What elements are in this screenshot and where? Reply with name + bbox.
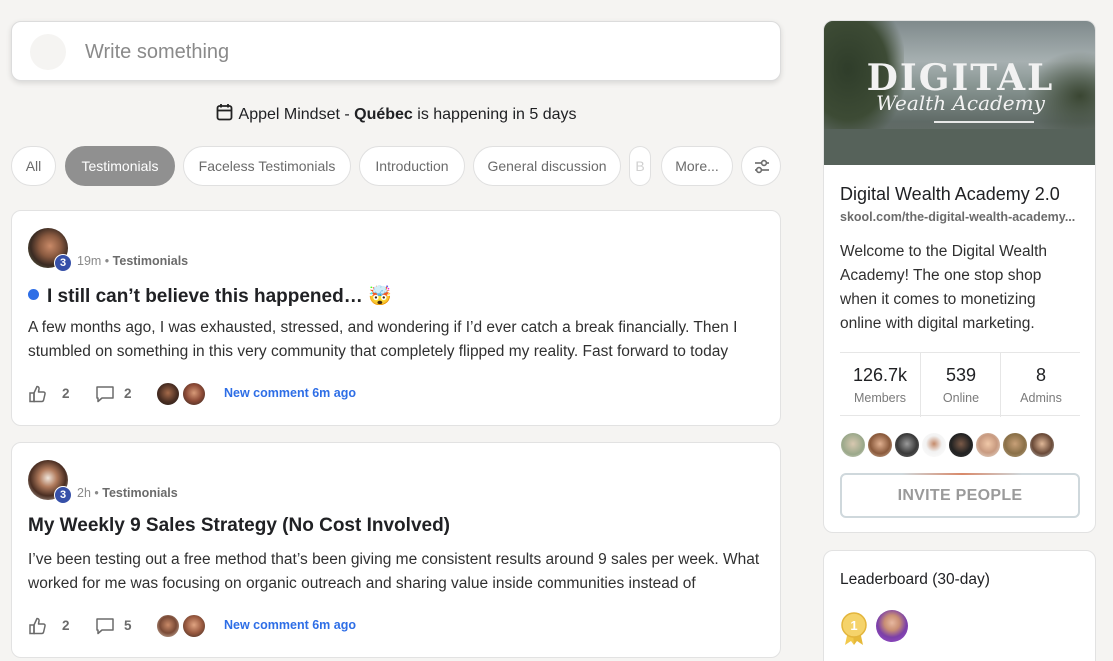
post-card[interactable]: 3 2h • Testimonials My Weekly 9 Sales St… (11, 442, 781, 658)
post-title-text[interactable]: My Weekly 9 Sales Strategy (No Cost Invo… (28, 515, 450, 536)
post-time: 2h (77, 486, 91, 500)
invite-people-button[interactable]: INVITE PEOPLE (840, 473, 1080, 518)
stat-label: Members (853, 391, 907, 405)
comment-icon[interactable] (94, 384, 116, 404)
comment-count: 5 (124, 618, 132, 633)
new-comment-link[interactable]: New comment 6m ago (224, 386, 356, 400)
stat-value: 539 (945, 365, 977, 385)
member-avatar[interactable] (1002, 432, 1028, 458)
cover-logo-script: Wealth Academy (876, 91, 1045, 115)
new-comment-link[interactable]: New comment 6m ago (224, 618, 356, 632)
member-avatars (840, 432, 1080, 458)
level-badge: 3 (54, 486, 72, 504)
group-description: Welcome to the Digital Wealth Academy! T… (840, 243, 1048, 332)
cover-net (934, 121, 1034, 135)
gold-medal-icon: 1 (841, 612, 867, 645)
chip-all[interactable]: All (11, 146, 56, 186)
event-separator: - (339, 106, 355, 123)
leader-avatar[interactable] (876, 610, 908, 642)
invite-label: INVITE PEOPLE (897, 487, 1023, 504)
post-time: 19m (77, 254, 102, 268)
chip-introduction[interactable]: Introduction (359, 146, 465, 186)
post-title[interactable]: I still can’t believe this happened… 🤯 (28, 284, 392, 308)
stat-online[interactable]: 539 Online (920, 353, 1000, 417)
chip-more[interactable]: More... (661, 146, 733, 186)
event-banner[interactable]: Appel Mindset - Québec is happening in 5… (0, 103, 792, 124)
stat-members[interactable]: 126.7k Members (840, 353, 920, 417)
medal-rank: 1 (850, 618, 857, 633)
comment-icon[interactable] (94, 616, 116, 636)
post-meta: 19m • Testimonials (77, 254, 189, 268)
chip-general-discussion[interactable]: General discussion (473, 146, 621, 186)
comment-count: 2 (124, 386, 132, 401)
stat-value: 126.7k (852, 365, 908, 385)
composer-placeholder[interactable]: Write something (85, 41, 229, 64)
chip-truncated[interactable]: B (629, 146, 651, 186)
like-icon[interactable] (28, 616, 48, 636)
event-name[interactable]: Appel Mindset (239, 106, 340, 123)
post-body[interactable]: A few months ago, I was exhausted, stres… (28, 316, 768, 364)
commenter-avatar[interactable] (182, 382, 206, 406)
leaderboard-title[interactable]: Leaderboard (30-day) (840, 571, 990, 589)
leaderboard-card: Leaderboard (30-day) 1 (823, 550, 1096, 661)
commenter-avatar[interactable] (182, 614, 206, 638)
group-cover-image[interactable]: DIGITAL Wealth Academy (824, 21, 1095, 165)
post-composer[interactable]: Write something (11, 21, 781, 81)
post-title-text[interactable]: I still can’t believe this happened… (47, 286, 363, 307)
member-avatar[interactable] (894, 432, 920, 458)
chip-testimonials[interactable]: Testimonials (65, 146, 175, 186)
stat-value: 8 (1035, 365, 1046, 385)
event-place[interactable]: Québec (354, 106, 413, 123)
level-badge: 3 (54, 254, 72, 272)
calendar-icon (216, 104, 232, 121)
group-info-card: DIGITAL Wealth Academy Digital Wealth Ac… (823, 20, 1096, 533)
category-filter-bar: All Testimonials Faceless Testimonials I… (11, 146, 781, 186)
stat-label: Online (942, 391, 980, 405)
post-category[interactable]: Testimonials (102, 486, 177, 500)
post-card[interactable]: 3 19m • Testimonials I still can’t belie… (11, 210, 781, 426)
like-count: 2 (62, 618, 70, 633)
unread-dot (28, 289, 39, 300)
group-name[interactable]: Digital Wealth Academy 2.0 (840, 184, 1060, 205)
member-avatar[interactable] (840, 432, 866, 458)
post-title[interactable]: My Weekly 9 Sales Strategy (No Cost Invo… (28, 515, 450, 537)
filter-settings-button[interactable] (741, 146, 781, 186)
stat-label: Admins (1020, 391, 1062, 405)
composer-avatar (30, 34, 66, 70)
like-icon[interactable] (28, 384, 48, 404)
member-avatar[interactable] (975, 432, 1001, 458)
commenter-avatar[interactable] (156, 614, 180, 638)
post-title-emoji: 🤯 (367, 286, 392, 307)
post-actions: 2 5 New comment 6m ago (28, 614, 768, 638)
post-category[interactable]: Testimonials (113, 254, 188, 268)
group-stats: 126.7k Members 539 Online 8 Admins (840, 352, 1080, 417)
like-count: 2 (62, 386, 70, 401)
chip-faceless-testimonials[interactable]: Faceless Testimonials (183, 146, 351, 186)
post-meta: 2h • Testimonials (77, 486, 178, 500)
post-actions: 2 2 New comment 6m ago (28, 382, 768, 406)
event-countdown: is happening in 5 days (412, 106, 577, 123)
sliders-icon (755, 159, 769, 174)
member-avatar[interactable] (1029, 432, 1055, 458)
member-avatar[interactable] (867, 432, 893, 458)
member-avatar[interactable] (921, 432, 947, 458)
member-avatar[interactable] (948, 432, 974, 458)
commenter-avatar[interactable] (156, 382, 180, 406)
button-glow (902, 473, 1022, 475)
post-body[interactable]: I’ve been testing out a free method that… (28, 548, 768, 596)
stat-admins[interactable]: 8 Admins (1000, 353, 1080, 417)
group-url[interactable]: skool.com/the-digital-wealth-academy... (840, 210, 1082, 224)
